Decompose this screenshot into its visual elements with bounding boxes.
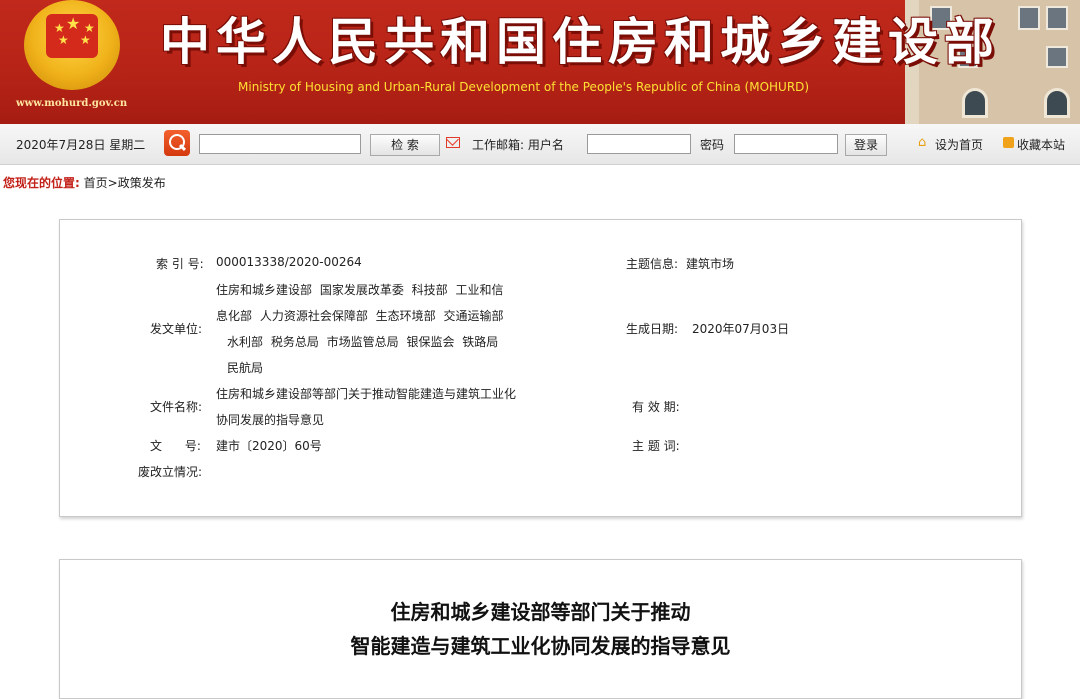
docname-line: 协同发展的指导意见 <box>216 413 325 427</box>
issuer-line: 住房和城乡建设部 国家发展改革委 科技部 工业和信 <box>216 283 504 297</box>
site-url: www.mohurd.gov.cn <box>16 98 128 109</box>
building-arch <box>962 88 988 118</box>
keywords-label: 主 题 词: <box>632 439 680 453</box>
status-label: 废改立情况: <box>138 465 203 479</box>
username-input[interactable] <box>587 134 691 154</box>
breadcrumb-label: 您现在的位置: <box>3 176 80 190</box>
home-icon: ⌂ <box>918 135 927 150</box>
search-icon[interactable] <box>164 130 190 156</box>
article-title-line2: 智能建造与建筑工业化协同发展的指导意见 <box>350 634 731 658</box>
topic-label: 主题信息: <box>626 257 679 271</box>
building-arch <box>1044 88 1070 118</box>
bookmark-link[interactable]: 收藏本站 <box>1017 136 1065 153</box>
login-button[interactable]: 登录 <box>845 134 887 156</box>
issuer-line: 水利部 税务总局 市场监管总局 银保监会 铁路局 <box>227 335 499 349</box>
breadcrumb-path[interactable]: 首页>政策发布 <box>84 176 166 190</box>
site-title-cn: 中华人民共和国住房和城乡建设部 <box>160 12 1000 71</box>
article-title-line1: 住房和城乡建设部等部门关于推动 <box>390 600 691 624</box>
topic-value: 建筑市场 <box>686 257 735 271</box>
date-value: 2020年07月03日 <box>692 322 790 336</box>
document-info-card: 索 引 号: 000013338/2020-00264 主题信息: 建筑市场 住… <box>59 219 1022 517</box>
index-value: 000013338/2020-00264 <box>216 255 362 269</box>
mail-label: 工作邮箱: 用户名 <box>472 138 564 152</box>
date-label: 生成日期: <box>626 322 679 336</box>
building-window <box>1046 6 1068 30</box>
password-input[interactable] <box>734 134 838 154</box>
search-input[interactable] <box>199 134 361 154</box>
header-banner: ★ ★ ★ ★ ★ www.mohurd.gov.cn 中华人民共和国住房和城乡… <box>0 0 1080 124</box>
set-home-link[interactable]: 设为首页 <box>935 136 983 153</box>
bookmark-icon <box>1003 137 1014 148</box>
docname-label: 文件名称: <box>150 400 203 414</box>
issuer-line: 息化部 人力资源社会保障部 生态环境部 交通运输部 <box>216 309 504 323</box>
mail-icon <box>446 137 460 148</box>
search-button[interactable]: 检 索 <box>370 134 440 156</box>
breadcrumb: 您现在的位置: 首页>政策发布 <box>3 174 166 191</box>
docno-label: 文 号: <box>150 439 201 453</box>
national-emblem-logo: ★ ★ ★ ★ ★ <box>24 0 120 90</box>
docname-line: 住房和城乡建设部等部门关于推动智能建造与建筑工业化 <box>216 387 517 401</box>
current-date: 2020年7月28日 星期二 <box>16 138 146 152</box>
index-label: 索 引 号: <box>156 257 204 271</box>
validity-label: 有 效 期: <box>632 400 680 414</box>
docno-value: 建市〔2020〕60号 <box>216 439 322 453</box>
building-window <box>1046 46 1068 68</box>
building-window <box>1018 6 1040 30</box>
issuer-label: 发文单位: <box>150 322 203 336</box>
top-toolbar: 2020年7月28日 星期二 检 索 工作邮箱: 用户名 密码 登录 ⌂ 设为首… <box>0 124 1080 165</box>
site-title-en: Ministry of Housing and Urban-Rural Deve… <box>238 80 810 94</box>
article-card: 住房和城乡建设部等部门关于推动 智能建造与建筑工业化协同发展的指导意见 <box>59 559 1022 699</box>
password-label: 密码 <box>700 138 725 152</box>
issuer-line: 民航局 <box>227 361 264 375</box>
